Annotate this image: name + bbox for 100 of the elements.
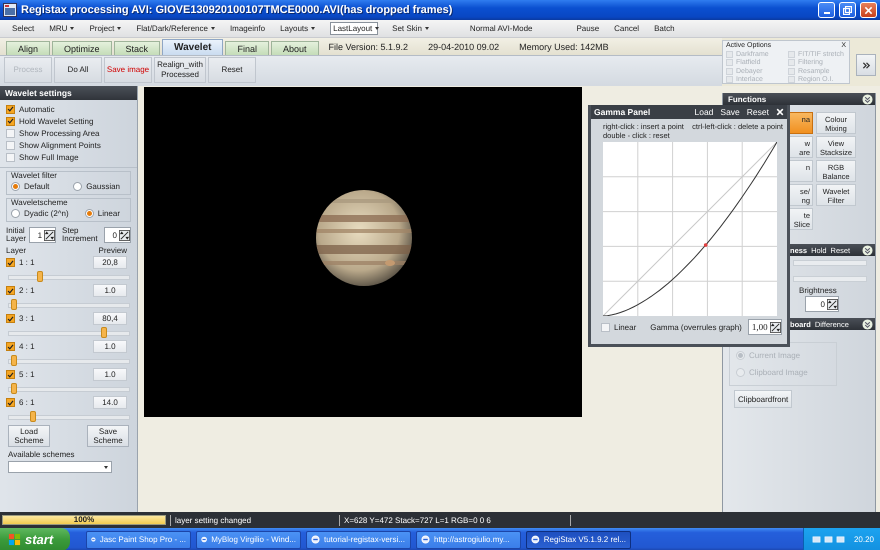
radio-button[interactable] [84,208,94,218]
slider-thumb[interactable] [11,299,18,310]
spin-arrows-icon[interactable] [44,230,56,240]
app-icon [3,3,17,17]
gamma-field[interactable]: 1,00 [748,319,782,335]
taskbar-button[interactable]: MyBlog Virgilio - Wind... [196,530,301,548]
checkbox[interactable] [6,116,15,126]
radio-label: Gaussian [86,182,120,190]
menu-item[interactable]: Set Skin [392,24,429,33]
taskbar-button[interactable]: http://astrogiulio.my... [416,530,521,548]
preview-button[interactable]: 14.0 [93,396,127,409]
slider-thumb[interactable] [37,271,43,282]
tab[interactable]: Wavelet [162,39,224,55]
checkbox[interactable] [6,286,15,295]
slider[interactable] [8,383,130,394]
menu-item[interactable]: Cancel [614,24,640,33]
checkbox-label: Show Full Image [19,152,79,162]
preview-button[interactable]: 1.0 [93,340,127,353]
spin-arrows-icon[interactable] [770,322,781,332]
toolbar-button[interactable]: Save image [104,57,152,83]
clock: 20.20 [854,535,874,544]
checkbox[interactable] [6,152,15,162]
checkbox[interactable] [6,140,15,150]
scheme-button[interactable]: Save Scheme [87,425,129,447]
taskbar-button[interactable]: Jasc Paint Shop Pro - ... [86,530,191,548]
chevron-icon[interactable] [862,94,873,104]
spin-arrows-icon[interactable] [119,230,130,240]
caret-icon [210,27,215,30]
field-label: Initial Layer [6,227,26,243]
menu-item[interactable]: Project [89,24,122,33]
checkbox-label: 2 : 1 [19,286,35,295]
maximize-icon [843,6,852,14]
menu-item[interactable]: Layouts [280,24,316,33]
chevron-icon[interactable] [862,244,873,256]
menu-item[interactable]: Normal AVI-Mode [470,24,532,33]
preview-button[interactable]: 1.0 [93,284,127,297]
checkbox[interactable] [6,342,15,351]
checkbox-label: 1 : 1 [19,258,35,267]
chevron-icon[interactable] [862,318,873,330]
slider-thumb[interactable] [11,355,18,366]
tab[interactable]: Optimize [52,41,112,55]
checkbox[interactable] [6,370,15,379]
number-field[interactable]: 0 [104,227,131,243]
toolbar-button[interactable]: Reset [208,57,256,83]
spin-arrows-icon[interactable] [827,298,838,310]
slider[interactable] [8,355,130,366]
slider-thumb[interactable] [11,383,18,394]
close-icon[interactable] [776,108,784,116]
menu-item[interactable]: MRU [49,24,74,33]
preview-button[interactable]: 80,4 [93,312,127,325]
expand-button[interactable] [856,54,876,76]
maximize-button[interactable] [839,2,856,18]
radio-button[interactable] [73,182,82,190]
menu-item[interactable]: Select [12,24,34,33]
header-link[interactable]: Load [694,107,714,117]
windows-logo-icon [8,533,21,546]
slider-thumb[interactable] [30,411,36,422]
slider[interactable] [8,411,130,422]
radio-button[interactable] [11,182,20,190]
toolbar-button[interactable]: Realign_with Processed [154,57,206,83]
checkbox[interactable] [6,104,15,114]
close-button[interactable] [860,2,877,18]
start-button[interactable]: start [0,528,70,550]
tab[interactable]: Align [6,41,50,55]
checkbox[interactable] [601,322,610,332]
menu-item[interactable]: Imageinfo [230,24,266,33]
radio-button[interactable] [11,208,20,218]
tab[interactable]: Stack [114,41,160,55]
checkbox-label: Show Processing Area [19,128,100,138]
slider[interactable] [8,327,130,338]
menu-item[interactable]: Batch [654,24,675,33]
slider[interactable] [8,271,130,282]
checkbox[interactable] [6,314,15,323]
checkbox[interactable] [6,398,15,407]
caret-icon [104,466,108,468]
schemes-dropdown[interactable] [8,461,112,473]
menu-item[interactable]: Flat/Dark/Reference [136,24,215,33]
number-field[interactable]: 1 [29,227,56,243]
toolbar-button[interactable]: Do All [54,57,102,83]
preview-button[interactable]: 1.0 [93,368,127,381]
taskbar-button[interactable]: tutorial-registax-versi... [306,530,411,548]
clipboard-button[interactable]: Clipboardfront [734,390,792,408]
window-icon [201,535,208,544]
slider[interactable] [8,299,130,310]
preview-button[interactable]: 20,8 [93,256,127,269]
caret-icon [375,27,380,30]
header-link[interactable]: Reset [746,107,769,117]
layout-dropdown[interactable]: LastLayout [330,22,378,35]
scheme-button[interactable]: Load Scheme [8,425,50,447]
slider-thumb[interactable] [100,327,107,338]
checkbox[interactable] [6,128,15,138]
checkbox[interactable] [6,258,15,267]
tab[interactable]: Final [225,41,269,55]
number-field[interactable]: 0 [805,296,839,312]
taskbar-button[interactable]: RegiStax V5.1.9.2 rel... [526,530,631,548]
header-link[interactable]: Save [720,107,740,117]
menu-item[interactable]: Pause [576,24,600,33]
tab[interactable]: About [270,41,319,55]
minimize-button[interactable] [818,2,835,18]
gamma-graph[interactable] [603,142,777,316]
